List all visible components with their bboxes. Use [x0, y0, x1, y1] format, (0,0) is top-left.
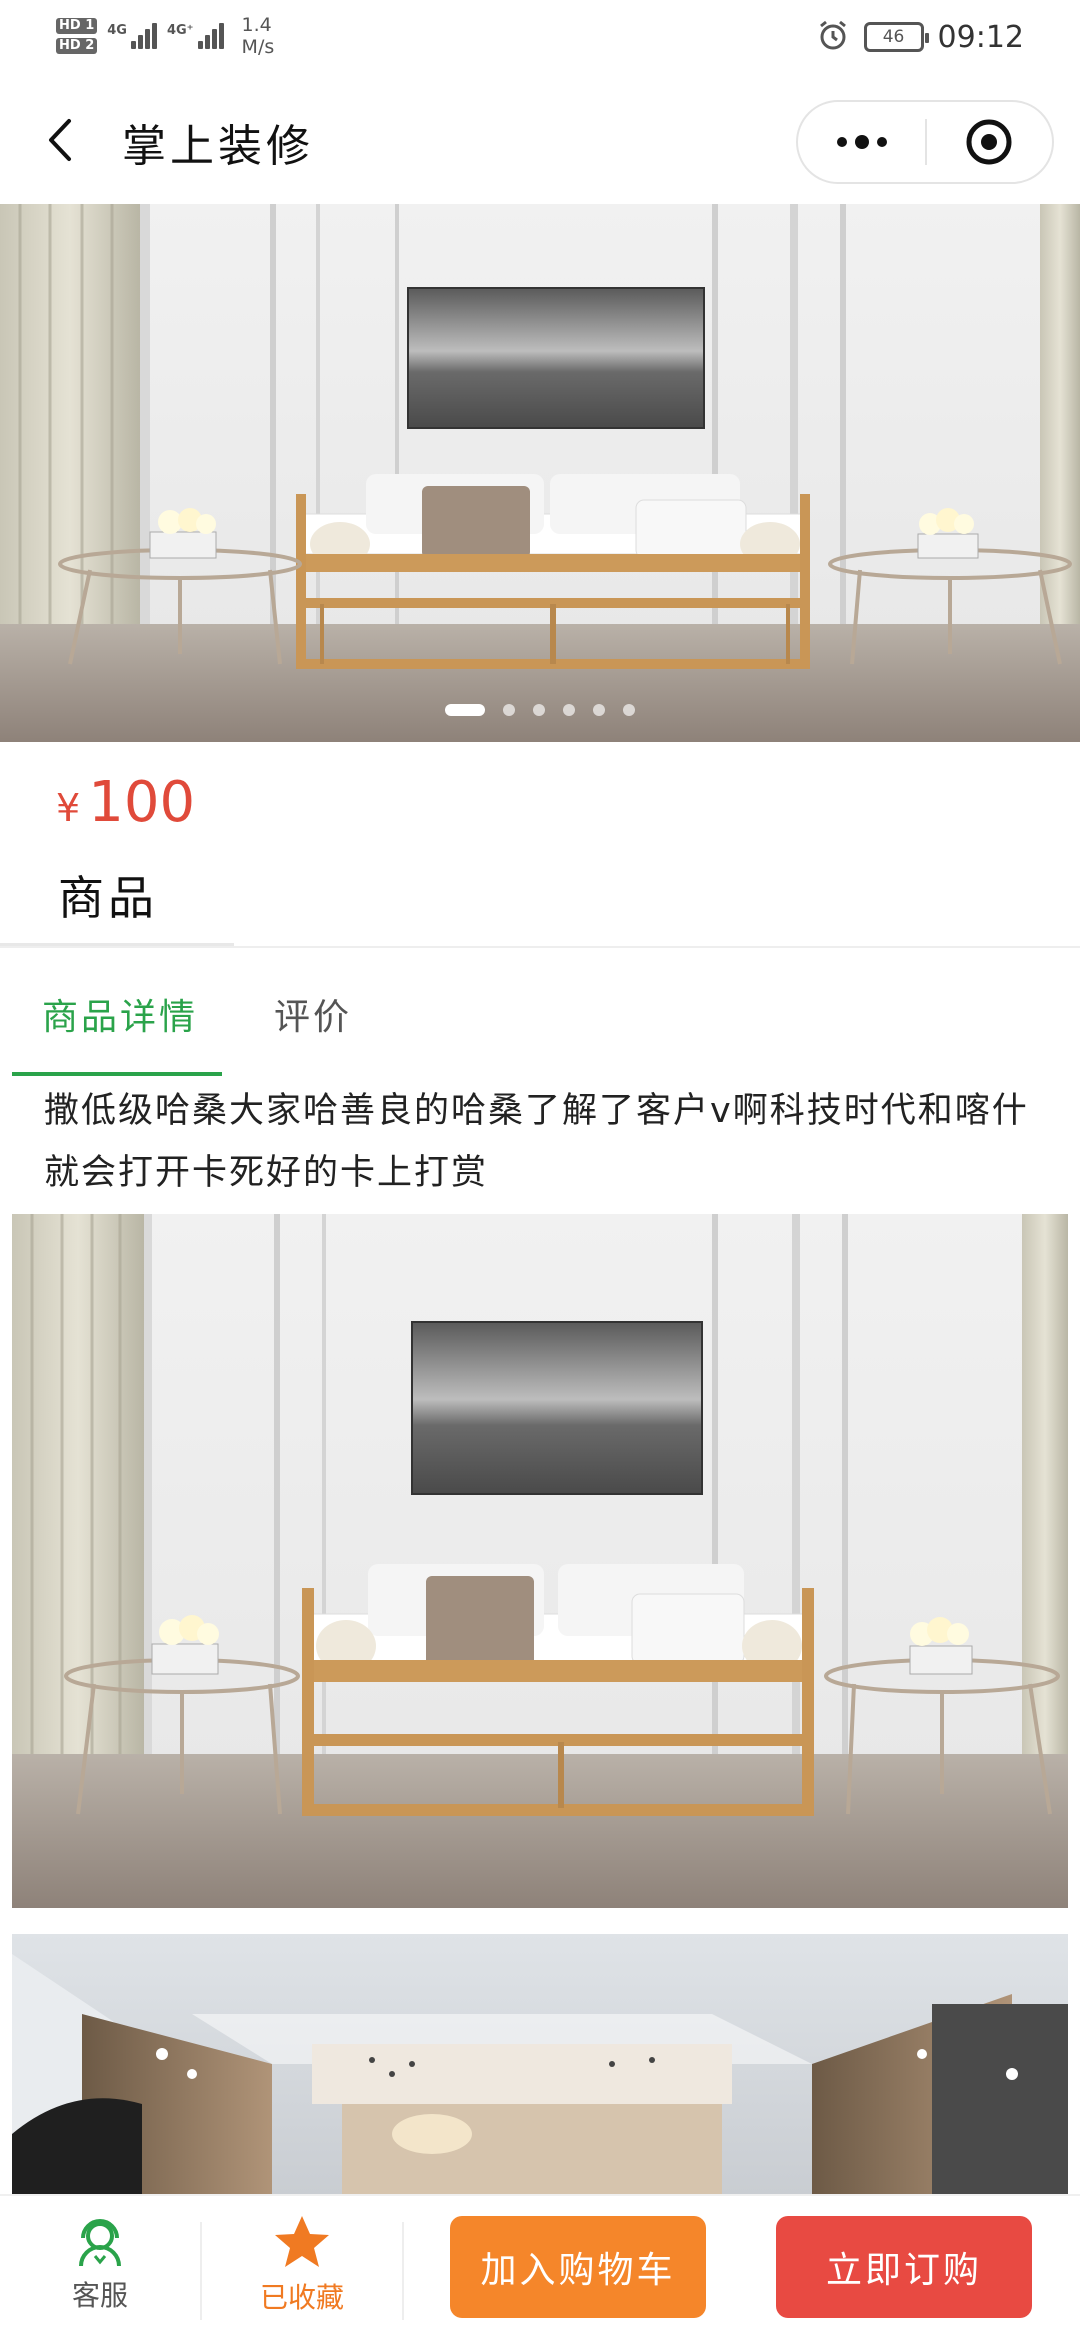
- more-button[interactable]: [798, 102, 925, 182]
- speed-unit: M/s: [241, 36, 275, 58]
- page-title: 掌上装修: [122, 121, 314, 172]
- add-to-cart-button[interactable]: 加入购物车: [450, 2216, 706, 2318]
- swiper-dot: [623, 704, 635, 716]
- customer-service-label: 客服: [71, 2279, 128, 2312]
- favorite-label: 已收藏: [259, 2281, 344, 2314]
- mini-program-capsule: [796, 100, 1054, 184]
- product-description: 撒低级哈桑大家哈善良的哈桑了解了客户v啊科技时代和喀什就会打开卡死好的卡上打赏: [44, 1091, 1029, 1193]
- price-value: 100: [88, 770, 196, 835]
- nav-bar: 掌上装修: [0, 72, 1080, 204]
- buy-now-button[interactable]: 立即订购: [776, 2216, 1032, 2318]
- detail-image-1: [12, 1214, 1068, 1908]
- network-type-2: 4G⁺: [166, 23, 194, 38]
- close-button[interactable]: [927, 102, 1052, 182]
- customer-service-icon: [79, 2219, 121, 2267]
- bottom-divider: [200, 2222, 202, 2320]
- product-image: [0, 204, 1080, 742]
- tab-product-detail[interactable]: 商品详情: [42, 988, 198, 1040]
- swiper-dot: [563, 704, 575, 716]
- hd2-badge: HD 2: [56, 38, 98, 54]
- currency-symbol: ¥: [56, 786, 81, 830]
- network-type-1: 4G: [107, 23, 127, 38]
- battery-level: 46: [882, 27, 905, 47]
- favorite-button[interactable]: 已收藏: [232, 2214, 372, 2316]
- tab-reviews[interactable]: 评价: [274, 988, 352, 1040]
- bottom-divider: [402, 2222, 404, 2320]
- hd-indicators: HD 1 HD 2: [56, 18, 98, 54]
- active-tab-indicator: [12, 1072, 222, 1076]
- back-button[interactable]: [30, 110, 90, 170]
- price: ¥ 100: [56, 770, 195, 835]
- product-name: 商品: [58, 871, 158, 925]
- network-speed: 1.4 M/s: [242, 14, 275, 58]
- hd1-badge: HD 1: [56, 18, 98, 34]
- status-right: 46 09:12: [816, 18, 1024, 56]
- star-icon: [275, 2216, 329, 2267]
- swiper-indicators: [0, 704, 1080, 716]
- status-left: HD 1 HD 2 4G 4G⁺ 1.4 M/s: [56, 14, 274, 58]
- status-bar: HD 1 HD 2 4G 4G⁺ 1.4 M/s 46 09:12: [0, 0, 1080, 72]
- swiper-dot: [533, 704, 545, 716]
- battery-icon: 46: [863, 22, 929, 52]
- chevron-left-icon: [49, 119, 71, 161]
- more-dots-icon: [836, 135, 887, 149]
- target-close-icon: [966, 119, 1012, 165]
- customer-service-button[interactable]: 客服: [30, 2214, 170, 2314]
- bottom-action-bar: 客服 已收藏 加入购物车 立即订购: [0, 2194, 1080, 2340]
- alarm-icon: [816, 18, 850, 56]
- signal-icon-2: 4G⁺: [167, 23, 224, 49]
- swiper-dot-active: [445, 704, 485, 716]
- signal-icon: 4G: [107, 23, 157, 49]
- speed-value: 1.4: [241, 14, 272, 36]
- swiper-dot: [593, 704, 605, 716]
- detail-tabs: 商品详情 评价: [0, 948, 1080, 1076]
- clock-time: 09:12: [937, 19, 1024, 55]
- detail-image-2: [12, 1934, 1068, 2194]
- product-image-swiper[interactable]: [0, 204, 1080, 742]
- swiper-dot: [503, 704, 515, 716]
